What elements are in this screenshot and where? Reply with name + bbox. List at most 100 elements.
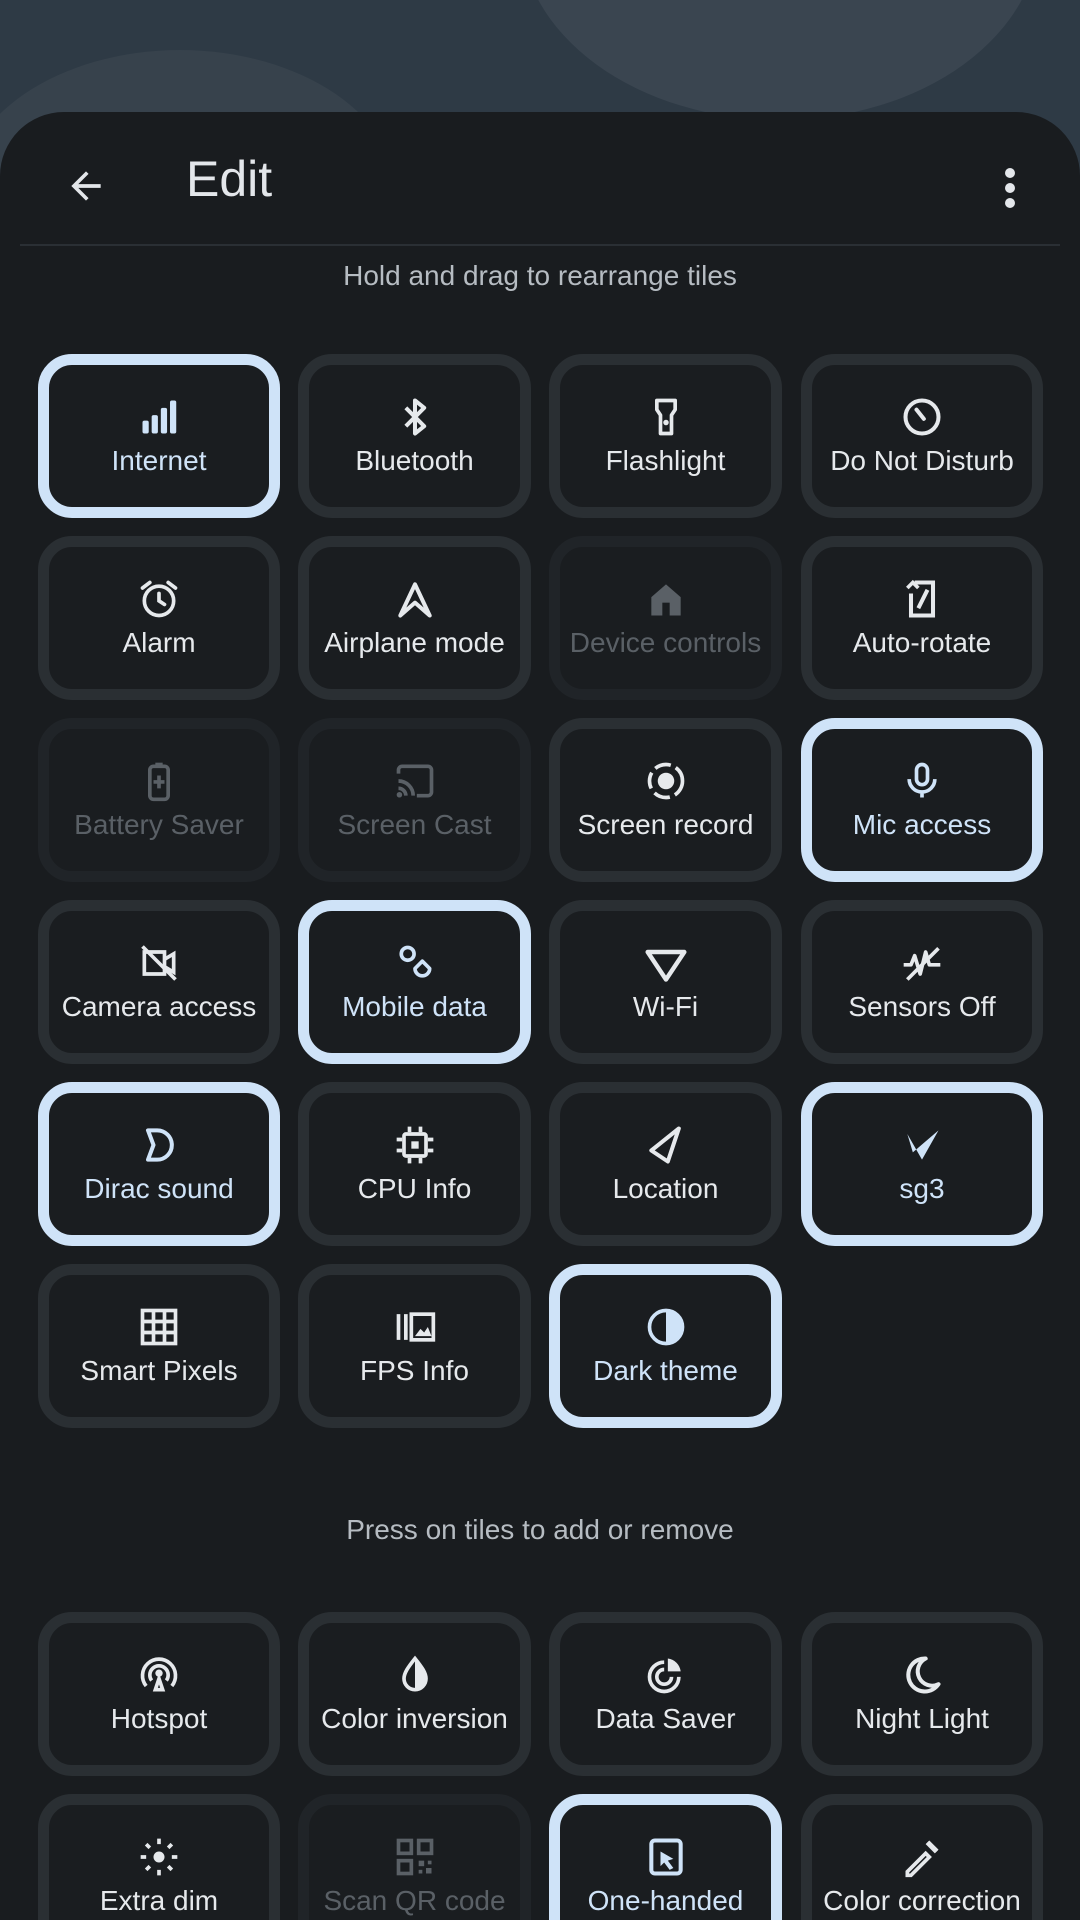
tile-screen-record[interactable]: Screen record: [549, 718, 782, 882]
tile-label: Extra dim: [99, 1885, 219, 1916]
mobile-data-icon: [392, 940, 438, 986]
more-options-button[interactable]: [990, 156, 1030, 220]
tile-label: Auto-rotate: [852, 627, 992, 658]
tile-mobile-data[interactable]: Mobile data: [298, 900, 531, 1064]
tile-label: sg3: [899, 1173, 945, 1204]
tile-label: Device controls: [569, 627, 762, 658]
tile-label: Internet: [111, 445, 207, 476]
alarm-icon: [136, 576, 182, 622]
mic-icon: [899, 758, 945, 804]
tile-label: CPU Info: [357, 1173, 472, 1204]
tile-location[interactable]: Location: [549, 1082, 782, 1246]
tile-label: Sensors Off: [848, 991, 996, 1022]
tile-screen-cast[interactable]: Screen Cast: [298, 718, 531, 882]
tile-internet[interactable]: Internet: [38, 354, 280, 518]
location-icon: [643, 1122, 689, 1168]
color-correction-icon: [899, 1834, 945, 1880]
battery-icon: [136, 758, 182, 804]
tile-label: Location: [612, 1173, 719, 1204]
grid-icon: [136, 1304, 182, 1350]
tile-label: Color correction: [823, 1885, 1021, 1916]
one-handed-icon: [643, 1834, 689, 1880]
rearrange-hint: Hold and drag to rearrange tiles: [343, 260, 737, 291]
tile-label: Data Saver: [595, 1703, 736, 1734]
tile-color-correction[interactable]: Color correction: [801, 1794, 1043, 1920]
tile-label: FPS Info: [360, 1355, 469, 1386]
tile-dark-theme[interactable]: Dark theme: [549, 1264, 782, 1428]
tile-extra-dim[interactable]: Extra dim: [38, 1794, 280, 1920]
tile-auto-rotate[interactable]: Auto-rotate: [801, 536, 1043, 700]
home-icon: [643, 576, 689, 622]
tile-flashlight[interactable]: Flashlight: [549, 354, 782, 518]
camera-off-icon: [136, 940, 182, 986]
tile-do-not-disturb[interactable]: Do Not Disturb: [801, 354, 1043, 518]
dirac-icon: [136, 1122, 182, 1168]
tile-one-handed[interactable]: One-handed: [549, 1794, 782, 1920]
tile-sg3[interactable]: sg3: [801, 1082, 1043, 1246]
auto-rotate-icon: [899, 576, 945, 622]
tile-label: Hotspot: [110, 1703, 208, 1734]
night-light-icon: [899, 1652, 945, 1698]
tile-label: Night Light: [855, 1703, 989, 1734]
tile-label: Screen Cast: [337, 809, 492, 840]
top-app-bar: Edit: [0, 112, 1080, 244]
tile-label: Flashlight: [605, 445, 726, 476]
sensors-off-icon: [899, 940, 945, 986]
tile-cpu-info[interactable]: CPU Info: [298, 1082, 531, 1246]
tile-label: Airplane mode: [324, 627, 505, 658]
bluetooth-icon: [392, 394, 438, 440]
tile-battery-saver[interactable]: Battery Saver: [38, 718, 280, 882]
back-button[interactable]: [56, 156, 116, 216]
tile-label: Smart Pixels: [80, 1355, 238, 1386]
tile-scan-qr-code[interactable]: Scan QR code: [298, 1794, 531, 1920]
do-not-disturb-icon: [899, 394, 945, 440]
tile-data-saver[interactable]: Data Saver: [549, 1612, 782, 1776]
wallpaper-shape: [520, 0, 1040, 120]
tile-device-controls[interactable]: Device controls: [549, 536, 782, 700]
tile-night-light[interactable]: Night Light: [801, 1612, 1043, 1776]
tile-label: Alarm: [122, 627, 196, 658]
tile-fps-info[interactable]: FPS Info: [298, 1264, 531, 1428]
tile-alarm[interactable]: Alarm: [38, 536, 280, 700]
tile-wi-fi[interactable]: Wi-Fi: [549, 900, 782, 1064]
color-inversion-icon: [392, 1652, 438, 1698]
qr-code-icon: [392, 1834, 438, 1880]
tile-label: Screen record: [577, 809, 754, 840]
hotspot-icon: [136, 1652, 182, 1698]
tile-hotspot[interactable]: Hotspot: [38, 1612, 280, 1776]
record-icon: [643, 758, 689, 804]
tile-mic-access[interactable]: Mic access: [801, 718, 1043, 882]
tile-camera-access[interactable]: Camera access: [38, 900, 280, 1064]
tile-label: Mobile data: [342, 991, 487, 1022]
cpu-icon: [392, 1122, 438, 1168]
sg3-icon: [899, 1122, 945, 1168]
page-title: Edit: [186, 151, 273, 207]
tile-label: Do Not Disturb: [830, 445, 1014, 476]
airplane-icon: [392, 576, 438, 622]
tile-label: One-handed: [587, 1885, 744, 1916]
cast-icon: [392, 758, 438, 804]
extra-dim-icon: [136, 1834, 182, 1880]
tile-sensors-off[interactable]: Sensors Off: [801, 900, 1043, 1064]
add-remove-hint: Press on tiles to add or remove: [346, 1514, 734, 1545]
tile-airplane-mode[interactable]: Airplane mode: [298, 536, 531, 700]
tile-label: Mic access: [852, 809, 992, 840]
tile-label: Scan QR code: [323, 1885, 506, 1916]
tile-label: Camera access: [61, 991, 257, 1022]
edit-panel: Edit Hold and drag to rearrange tiles In…: [0, 112, 1080, 1920]
flashlight-icon: [643, 394, 689, 440]
tile-label: Color inversion: [321, 1703, 508, 1734]
tile-color-inversion[interactable]: Color inversion: [298, 1612, 531, 1776]
tile-label: Battery Saver: [74, 809, 244, 840]
fps-icon: [392, 1304, 438, 1350]
tile-dirac-sound[interactable]: Dirac sound: [38, 1082, 280, 1246]
tile-label: Dirac sound: [84, 1173, 234, 1204]
tile-label: Wi-Fi: [632, 991, 699, 1022]
tile-label: Dark theme: [593, 1355, 738, 1386]
arrow-left-icon: [64, 164, 108, 208]
signal-icon: [136, 394, 182, 440]
tile-bluetooth[interactable]: Bluetooth: [298, 354, 531, 518]
tile-smart-pixels[interactable]: Smart Pixels: [38, 1264, 280, 1428]
more-vert-icon: [1003, 166, 1017, 210]
data-saver-icon: [643, 1652, 689, 1698]
